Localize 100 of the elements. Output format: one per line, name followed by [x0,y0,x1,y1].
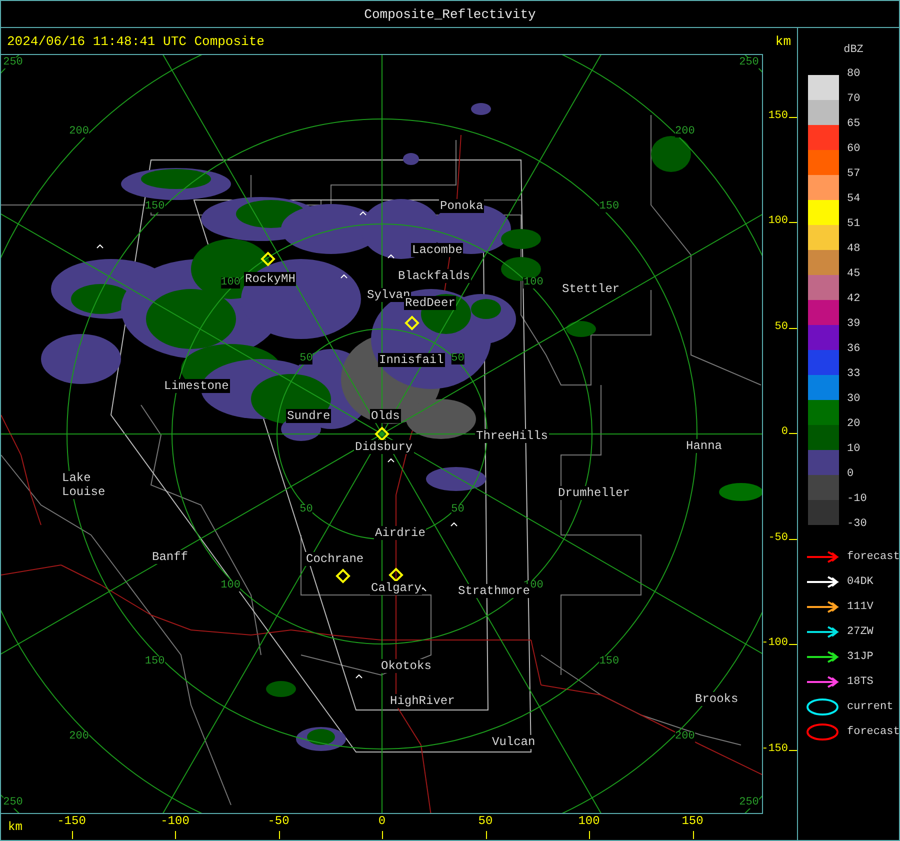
x-axis-label: 100 [578,814,600,828]
precipitation-echo [426,467,486,492]
y-axis-label: -100 [762,637,788,650]
city-label: Drumheller [557,486,632,500]
caret-marker-icon [388,254,394,259]
scale-label: 70 [847,93,860,105]
x-axis-tick [692,831,694,840]
y-axis-tick [789,328,797,329]
city-label: Limestone [163,379,230,394]
city-label: Didsbury [354,440,414,454]
y-axis-tick [789,433,797,434]
scale-label: 20 [847,418,860,430]
caret-marker-icon [96,244,104,249]
window-title: Composite_Reflectivity [1,1,899,28]
range-ring-label: 50 [451,353,464,364]
range-ring-label: 50 [300,353,313,364]
y-axis-tick [789,750,797,751]
city-label: RockyMH [244,272,296,286]
y-axis-tick [789,538,797,540]
scale-unit: dBZ [844,44,864,56]
timestamp: 2024/06/16 11:48:41 UTC Composite [7,34,264,49]
x-axis-label: -150 [57,814,86,828]
range-ring-label: 150 [599,202,620,213]
track-label: 04DK [847,576,874,588]
scale-label: 39 [847,318,860,330]
city-label: Hanna [685,439,724,454]
x-axis-tick [589,831,590,840]
scale-label: 33 [847,368,860,380]
scale-label: 10 [847,443,860,455]
x-axis-label: -100 [160,814,190,828]
range-ring-label: 200 [69,126,89,138]
x-axis-label: -50 [268,814,290,828]
precipitation-echo [403,153,419,166]
scale-label: 45 [847,268,860,280]
precipitation-echo [471,103,491,116]
track-label: 31JP [847,650,874,662]
caret-marker-icon [360,212,366,216]
range-ring-label: 100 [220,580,240,592]
city-label: Banff [151,550,190,564]
caret-marker-icon [388,458,394,463]
x-axis-label: 150 [682,814,704,828]
x-axis-tick [175,831,176,840]
range-ring-label: 200 [675,732,695,743]
city-label: HighRiver [389,694,456,708]
precipitation-echo [719,483,762,502]
diamond-marker-icon [374,427,390,442]
x-axis-tick [382,831,383,840]
city-label: Innisfail [378,353,445,368]
city-label: Olds [370,409,401,424]
range-ring-label: 250 [739,58,759,69]
precipitation-echo [566,321,596,338]
x-axis-label: 0 [378,814,386,828]
scale-label: 65 [847,118,860,130]
track-label: forecast [847,726,900,738]
range-ring-label: 100 [524,278,544,289]
city-label: Airdrie [374,526,426,540]
diamond-marker-icon [404,316,420,331]
track-label: current [847,700,894,712]
x-axis-label: 50 [478,814,493,828]
city-label: Brooks [694,692,740,706]
y-axis-label: -50 [768,532,788,544]
diamond-marker-icon [388,568,404,583]
precipitation-echo [651,136,691,172]
y-axis-label: 150 [768,110,788,122]
city-label: Vulcan [491,735,536,750]
axis-unit: km [775,34,791,49]
city-label: Ponoka [439,199,484,214]
precipitation-echo [266,681,296,698]
city-label: Lacombe [411,243,464,258]
y-axis-label: 100 [768,215,788,228]
caret-marker-icon [450,522,458,527]
caret-marker-icon [340,274,348,279]
range-ring-label: 250 [3,58,23,69]
city-label: Sundre [286,409,332,424]
scale-label: 48 [847,243,860,255]
y-axis-label: -150 [762,742,788,755]
diamond-marker-icon [260,252,276,267]
scale-label: 60 [847,143,860,155]
city-label: ThreeHills [475,429,550,444]
scale-label: 42 [847,293,860,305]
city-label: Calgary [370,581,422,596]
y-axis-label: 0 [781,426,788,438]
track-label: 18TS [847,676,874,688]
city-label: Blackfalds [397,269,472,284]
scale-label: 54 [847,193,860,205]
y-axis-tick [789,644,797,646]
scale-label: -10 [847,493,867,505]
track-label: 27ZW [847,626,874,638]
range-ring-label: 50 [300,504,313,516]
y-axis-label: 50 [774,320,788,333]
range-ring-label: 100 [220,278,240,289]
range-ring-label: 250 [3,798,23,809]
axis-unit: km [8,820,22,834]
track-label: forecast [847,550,900,562]
city-label: Okotoks [380,659,432,674]
scale-label: -30 [847,518,867,530]
scale-label: 0 [847,468,854,480]
scale-label: 36 [847,343,860,355]
y-axis-tick [789,222,797,224]
scale-label: 80 [847,68,860,80]
